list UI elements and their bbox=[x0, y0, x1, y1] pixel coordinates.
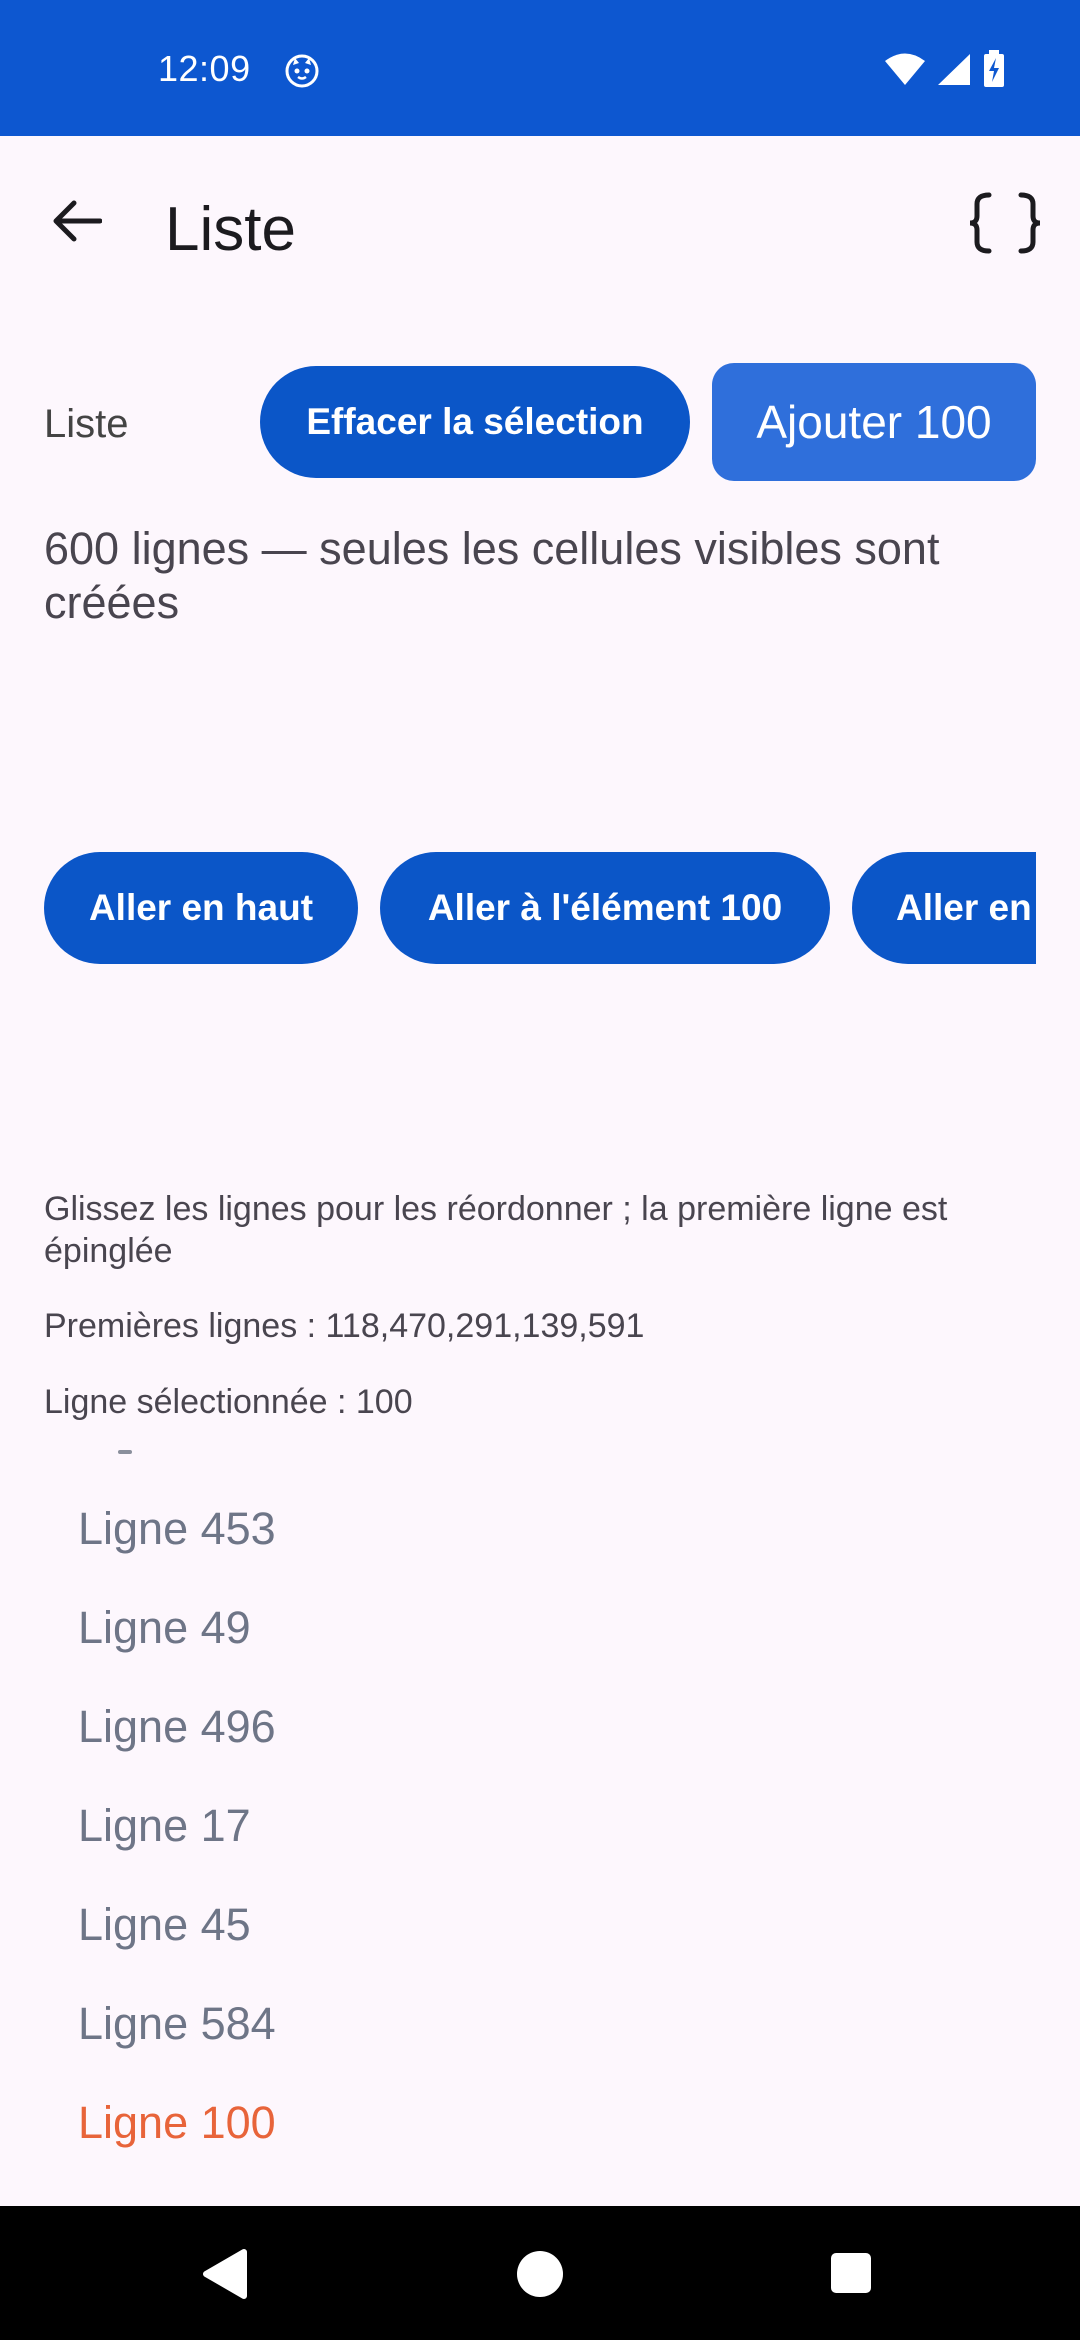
list-item[interactable]: Ligne 496 bbox=[78, 1701, 276, 1753]
add-100-button[interactable]: Ajouter 100 bbox=[712, 363, 1036, 481]
rows-list[interactable]: Ligne 453 Ligne 49 Ligne 496 Ligne 17 Li… bbox=[0, 1450, 1080, 2206]
nav-recents-icon[interactable] bbox=[830, 2252, 872, 2299]
row-count-text: 600 lignes — seules les cellules visible… bbox=[44, 523, 940, 628]
app-bar: Liste bbox=[0, 136, 1080, 316]
list-item[interactable]: Ligne 453 bbox=[78, 1503, 276, 1555]
cat-face-icon bbox=[284, 52, 320, 88]
nav-home-icon[interactable] bbox=[516, 2250, 564, 2303]
reorder-hint: Glissez les lignes pour les réordonner ;… bbox=[44, 1190, 948, 1270]
list-label: Liste bbox=[44, 402, 129, 446]
clear-selection-button[interactable]: Effacer la sélection bbox=[260, 366, 690, 478]
scroll-buttons-row[interactable]: Aller en haut Aller à l'élément 100 Alle… bbox=[0, 852, 1036, 964]
status-icons bbox=[884, 50, 1006, 88]
page-title: Liste bbox=[165, 195, 296, 264]
status-time: 12:09 bbox=[158, 48, 251, 89]
go-top-button[interactable]: Aller en haut bbox=[44, 852, 358, 964]
battery-charging-icon bbox=[982, 50, 1006, 88]
list-item[interactable]: Ligne 45 bbox=[78, 1899, 251, 1951]
braces-icon bbox=[967, 192, 1043, 259]
system-nav-bar bbox=[0, 2206, 1080, 2340]
braces-button[interactable] bbox=[966, 188, 1044, 262]
list-item[interactable]: Ligne 17 bbox=[78, 1800, 251, 1852]
wifi-icon bbox=[884, 52, 926, 86]
signal-icon bbox=[936, 52, 972, 86]
list-item[interactable]: Ligne 49 bbox=[78, 1602, 251, 1654]
arrow-back-icon bbox=[52, 199, 103, 248]
list-item-selected[interactable]: Ligne 100 bbox=[78, 2097, 276, 2149]
first-rows-text: Premières lignes : 118,470,291,139,591 bbox=[44, 1307, 645, 1345]
go-to-item-100-button[interactable]: Aller à l'élément 100 bbox=[380, 852, 830, 964]
back-button[interactable] bbox=[40, 186, 114, 260]
go-bottom-button[interactable]: Aller en bas bbox=[852, 852, 1036, 964]
selected-row-text: Ligne sélectionnée : 100 bbox=[44, 1383, 413, 1421]
row-peek bbox=[118, 1450, 132, 1454]
list-item[interactable]: Ligne 584 bbox=[78, 1998, 276, 2050]
nav-back-icon[interactable] bbox=[200, 2248, 250, 2305]
status-bar: 12:09 bbox=[0, 0, 1080, 136]
